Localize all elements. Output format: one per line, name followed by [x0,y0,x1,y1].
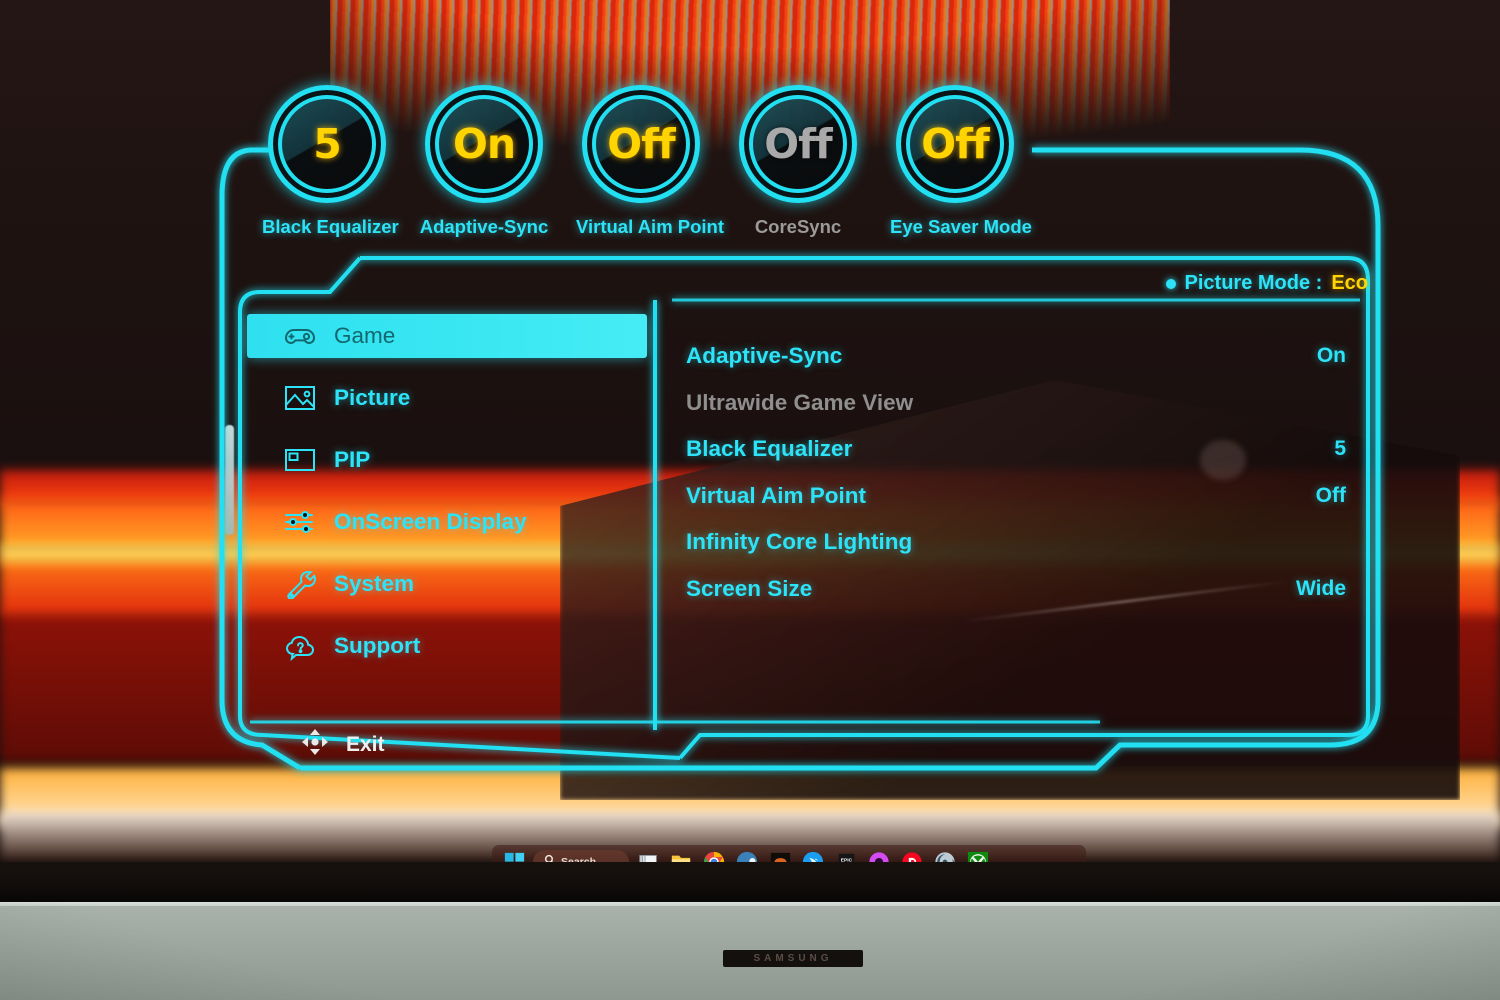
quick-toggle-dial[interactable]: Off [582,85,700,203]
sidebar-item-label: Game [334,323,396,348]
brand-label: SAMSUNG [753,953,833,964]
quick-toggle-value: 5 [313,120,342,168]
ubisoft-button[interactable] [931,848,959,862]
setting-label: Infinity Core Lighting [686,529,913,555]
quick-toggle-label: Virtual Aim Point [576,216,725,237]
picture-mode-label: Picture Mode : [1184,272,1323,294]
opera-gx-icon [901,851,923,862]
quick-toggle-label: Adaptive-Sync [419,216,549,237]
sidebar-item-label: OnScreen Display [334,509,527,534]
opera-gx-button[interactable] [898,848,926,862]
sidebar-item-picture[interactable]: Picture [247,376,647,420]
epic-games-button[interactable]: EPIC GAMES [832,848,860,862]
quick-toggle-value: Off [921,120,990,168]
quick-toggle-coresync[interactable]: Off CoreSync [733,85,863,238]
exit-label: Exit [346,732,385,756]
lethal-company-button[interactable] [766,848,794,862]
picture-mode-value: Eco [1331,272,1368,294]
samsung-logo-plate: SAMSUNG [723,950,863,967]
sidebar-item-label: System [334,571,415,596]
task-view-icon [638,852,659,862]
wrench-icon [284,569,317,600]
steam-button[interactable] [733,848,761,862]
quick-toggle-black-equalizer[interactable]: 5 Black Equalizer [262,85,399,238]
setting-row-ultrawide-game-view: Ultrawide Game View [686,380,1346,427]
monitor-bezel [0,860,1500,902]
quick-toggle-dial[interactable]: On [425,85,543,203]
setting-row-adaptive-sync[interactable]: Adaptive-Sync On [686,333,1346,380]
ubisoft-icon [934,851,956,862]
quick-toggle-dial[interactable]: Off [896,85,1014,203]
sidebar-item-onscreen-display[interactable]: OnScreen Display [247,500,647,544]
image-icon [284,383,316,413]
dpad-icon [300,727,330,762]
sidebar-item-pip[interactable]: PIP [247,438,647,482]
sidebar-item-label: PIP [334,447,371,472]
setting-value: 5 [1334,437,1346,461]
viber-button[interactable] [865,848,893,862]
quick-toggle-label: CoreSync [754,216,842,237]
bullet-icon [1165,278,1176,289]
battlenet-icon [802,851,824,862]
screenshot-root: SAMSUNG 5 Black Equalizer On Adaptive-Sy… [0,0,1500,1000]
quick-toggle-value: On [452,120,516,168]
xbox-button[interactable] [964,848,992,862]
steam-icon [736,851,758,862]
quick-toggle-virtual-aim-point[interactable]: Off Virtual Aim Point [576,85,725,238]
setting-label: Screen Size [686,575,813,601]
quick-toggle-dial[interactable]: 5 [268,85,386,203]
quick-toggle-value: Off [607,120,676,168]
sliders-icon [284,507,316,537]
pip-icon [284,445,316,475]
setting-label: Ultrawide Game View [686,389,914,415]
setting-value: Off [1315,483,1346,507]
epic-games-icon: EPIC GAMES [836,852,857,862]
exit-control[interactable]: Exit [300,727,385,762]
chrome-button[interactable] [700,848,728,862]
chrome-icon [703,851,725,862]
quick-toggle-eye-saver-mode[interactable]: Off Eye Saver Mode [890,85,1032,238]
setting-label: Adaptive-Sync [686,343,843,369]
setting-label: Virtual Aim Point [686,482,867,508]
task-view-button[interactable] [634,848,662,862]
picture-mode-indicator[interactable]: Picture Mode : Eco [1165,272,1368,295]
search-icon [544,853,556,862]
svg-text:EPIC: EPIC [840,857,852,862]
windows-icon [504,852,525,863]
battlenet-button[interactable] [799,848,827,862]
xbox-icon [967,851,989,862]
gamepad-icon [284,321,316,351]
quick-toggle-row: 5 Black Equalizer On Adaptive-Sync Off V… [262,85,1062,260]
osd-sidebar: Game Picture PIP OnScreen Display System… [247,314,647,686]
setting-label: Black Equalizer [686,436,853,462]
search-input[interactable]: Search [533,850,629,862]
sidebar-item-game[interactable]: Game [247,314,647,358]
setting-value: On [1316,344,1346,368]
ring-app-icon [868,851,890,862]
sidebar-item-label: Support [334,633,421,658]
quick-toggle-value: Off [764,120,833,168]
game-app-icon [770,852,791,862]
setting-row-infinity-core-lighting[interactable]: Infinity Core Lighting [686,519,1346,566]
start-button[interactable] [500,848,528,862]
search-placeholder: Search [561,856,597,862]
quick-toggle-dial[interactable]: Off [739,85,857,203]
windows-taskbar: Search EPIC [492,845,1086,862]
sidebar-item-system[interactable]: System [247,562,647,606]
setting-row-black-equalizer[interactable]: Black Equalizer 5 [686,426,1346,473]
setting-row-screen-size[interactable]: Screen Size Wide [686,566,1346,613]
quick-toggle-adaptive-sync[interactable]: On Adaptive-Sync [419,85,549,238]
folder-icon [670,851,692,862]
file-explorer-button[interactable] [667,848,695,862]
sidebar-item-label: Picture [334,385,411,410]
sidebar-item-support[interactable]: Support [247,624,647,668]
setting-row-virtual-aim-point[interactable]: Virtual Aim Point Off [686,473,1346,520]
quick-toggle-label: Black Equalizer [262,216,399,237]
osd-settings-list: Adaptive-Sync On Ultrawide Game View Bla… [686,333,1346,612]
monitor-screen: 5 Black Equalizer On Adaptive-Sync Off V… [0,0,1500,862]
quick-toggle-label: Eye Saver Mode [890,216,1032,237]
help-cloud-icon [284,631,316,662]
setting-value: Wide [1296,576,1346,600]
